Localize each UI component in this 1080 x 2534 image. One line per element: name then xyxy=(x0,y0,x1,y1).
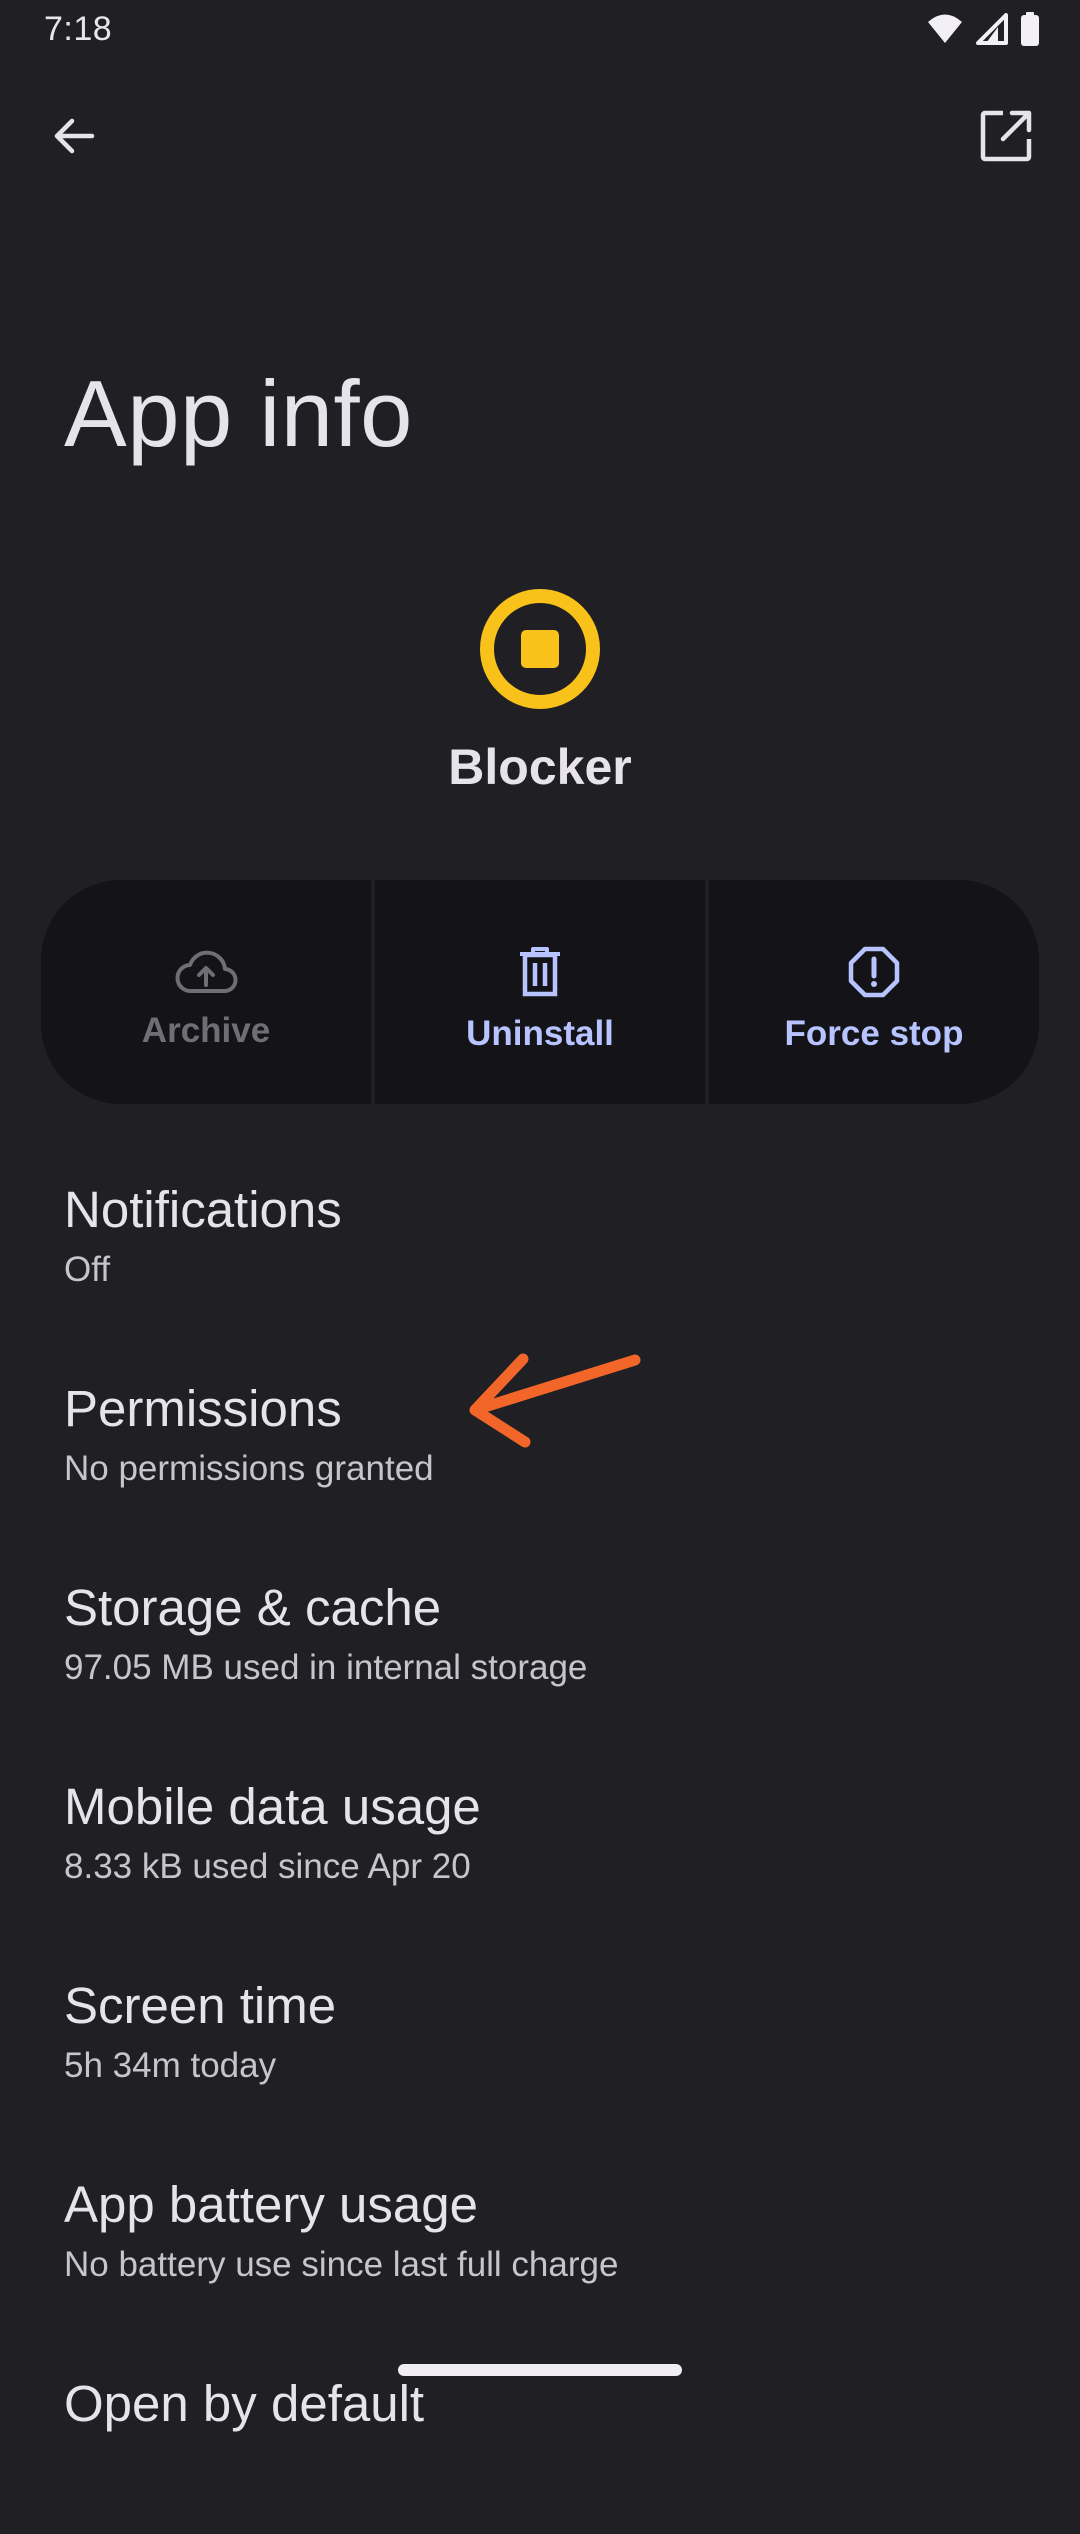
stop-circle-icon xyxy=(480,589,600,709)
status-bar: 7:18 xyxy=(0,0,1080,64)
item-title: Open by default xyxy=(64,2375,425,2432)
list-item-notifications[interactable]: Notifications Off xyxy=(0,1160,1080,1340)
list-item-battery[interactable]: App battery usage No battery use since l… xyxy=(0,2155,1080,2335)
app-actions: Archive Uninstall Force stop xyxy=(41,880,1039,1104)
item-subtitle: Off xyxy=(64,1250,111,1289)
wifi-icon xyxy=(928,14,962,43)
item-title: Mobile data usage xyxy=(64,1778,481,1835)
gesture-nav-handle[interactable] xyxy=(398,2364,682,2376)
open-app-button[interactable] xyxy=(966,96,1046,176)
back-button[interactable] xyxy=(34,96,114,176)
list-item-open-by-default[interactable]: Open by default xyxy=(0,2354,1080,2534)
list-item-screen-time[interactable]: Screen time 5h 34m today xyxy=(0,1956,1080,2136)
item-subtitle: 5h 34m today xyxy=(64,2046,277,2085)
item-title: App battery usage xyxy=(64,2176,478,2233)
item-subtitle: 97.05 MB used in internal storage xyxy=(64,1648,588,1687)
status-icons xyxy=(926,12,1040,46)
uninstall-label: Uninstall xyxy=(466,1014,614,1053)
item-subtitle: No battery use since last full charge xyxy=(64,2245,619,2284)
battery-icon xyxy=(1021,12,1039,46)
item-subtitle: No permissions granted xyxy=(64,1449,434,1488)
arrow-annotation-icon xyxy=(469,1353,641,1448)
item-title: Notifications xyxy=(64,1181,342,1238)
force-stop-label: Force stop xyxy=(784,1014,964,1053)
list-item-storage[interactable]: Storage & cache 97.05 MB used in interna… xyxy=(0,1558,1080,1738)
app-name: Blocker xyxy=(448,739,632,795)
uninstall-button[interactable]: Uninstall xyxy=(375,880,705,1104)
item-title: Permissions xyxy=(64,1380,342,1437)
archive-label: Archive xyxy=(141,1011,271,1050)
list-item-mobile-data[interactable]: Mobile data usage 8.33 kB used since Apr… xyxy=(0,1757,1080,1937)
arrow-back-icon xyxy=(54,118,95,154)
signal-icon xyxy=(976,13,1008,45)
item-title: Storage & cache xyxy=(64,1579,442,1636)
status-time: 7:18 xyxy=(44,10,113,48)
item-title: Screen time xyxy=(64,1977,337,2034)
force-stop-button[interactable]: Force stop xyxy=(709,880,1039,1104)
page-title: App info xyxy=(64,361,413,466)
cloud-upload-icon xyxy=(175,950,238,994)
open-in-new-icon xyxy=(980,110,1032,162)
alert-octagon-icon xyxy=(848,946,900,998)
trash-icon xyxy=(520,947,560,997)
archive-button[interactable]: Archive xyxy=(41,880,371,1104)
item-subtitle: 8.33 kB used since Apr 20 xyxy=(64,1847,471,1886)
